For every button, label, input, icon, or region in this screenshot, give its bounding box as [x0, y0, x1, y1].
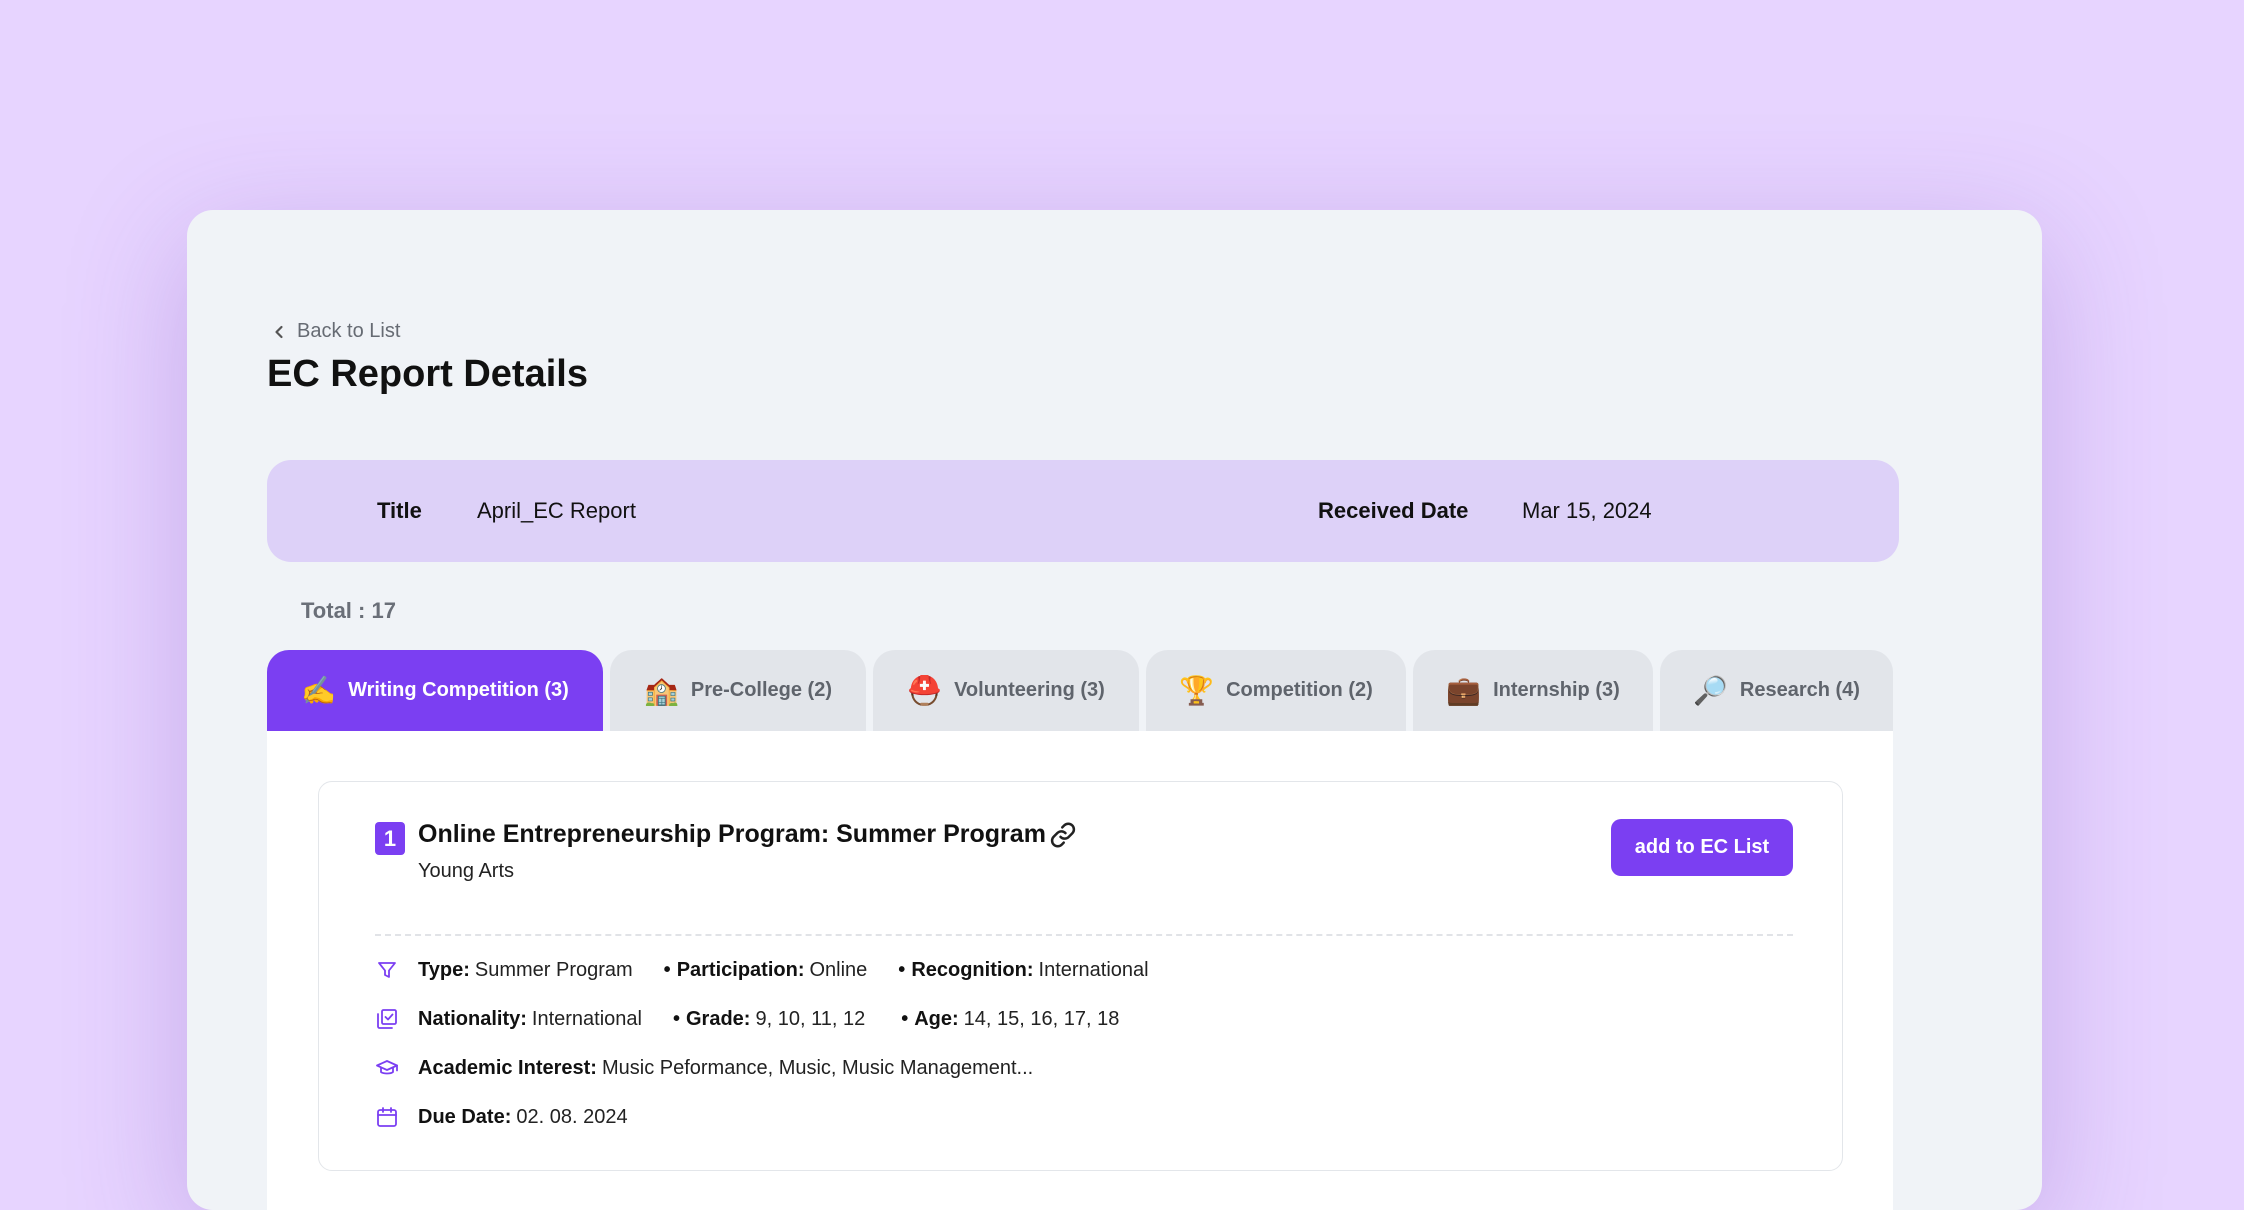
due-date-field: Due Date: 02. 08. 2024 [418, 1106, 628, 1129]
age-value: 14, 15, 16, 17, 18 [963, 1007, 1120, 1030]
type-row: Type: Summer Program Participation: Onli… [375, 955, 1149, 985]
nationality-field: Nationality: International [418, 1008, 642, 1031]
report-info-bar: Title April_EC Report Received Date Mar … [267, 460, 1899, 562]
back-to-list-label: Back to List [297, 320, 401, 342]
page-title: EC Report Details [267, 353, 588, 395]
nationality-value: International [531, 1007, 642, 1030]
age-label: Age: [914, 1007, 959, 1030]
due-date-label: Due Date: [418, 1105, 512, 1128]
recognition-label: Recognition: [911, 958, 1034, 981]
app-window: Back to List EC Report Details Title Apr… [187, 210, 2042, 1210]
interest-field: Academic Interest: Music Peformance, Mus… [418, 1057, 1033, 1080]
magnifier-icon: 🔎 [1693, 675, 1728, 706]
writing-hand-icon: ✍️ [301, 675, 337, 706]
title-label: Title [377, 498, 422, 523]
grade-value: 9, 10, 11, 12 [755, 1007, 866, 1030]
back-to-list-link[interactable]: Back to List [271, 320, 400, 343]
tab-label: Competition (2) [1226, 679, 1373, 701]
total-count: Total : 17 [301, 598, 396, 623]
recognition-value: International [1038, 958, 1149, 981]
interest-label: Academic Interest: [418, 1056, 597, 1079]
program-title: Online Entrepreneurship Program: Summer … [418, 820, 1046, 848]
tab-pre-college[interactable]: 🏫 Pre-College (2) [610, 650, 866, 731]
tab-internship[interactable]: 💼 Internship (3) [1413, 650, 1653, 731]
grade-label: Grade: [686, 1007, 751, 1030]
tab-label: Volunteering (3) [954, 679, 1105, 701]
title-value: April_EC Report [477, 498, 636, 523]
calendar-icon [377, 1107, 397, 1127]
due-date-value: 02. 08. 2024 [516, 1105, 628, 1128]
type-value: Summer Program [474, 958, 633, 981]
card-divider [375, 934, 1793, 936]
interest-row: Academic Interest: Music Peformance, Mus… [375, 1053, 1033, 1083]
tab-panel: 1 Online Entrepreneurship Program: Summe… [267, 731, 1893, 1210]
link-icon[interactable] [1048, 820, 1078, 850]
grade-field: Grade: 9, 10, 11, 12 [673, 1008, 865, 1031]
tab-label: Internship (3) [1493, 679, 1620, 701]
program-card: 1 Online Entrepreneurship Program: Summe… [318, 781, 1843, 1171]
tab-competition[interactable]: 🏆 Competition (2) [1146, 650, 1406, 731]
due-date-row: Due Date: 02. 08. 2024 [375, 1102, 628, 1132]
rescue-helmet-icon: ⛑️ [907, 675, 943, 706]
trophy-icon: 🏆 [1179, 675, 1215, 706]
participation-value: Online [809, 958, 868, 981]
received-date-label: Received Date [1318, 498, 1469, 523]
tab-label: Writing Competition (3) [348, 679, 569, 701]
nationality-row: Nationality: International Grade: 9, 10,… [375, 1004, 1119, 1034]
graduation-cap-icon [376, 1060, 398, 1075]
nationality-label: Nationality: [418, 1007, 527, 1030]
program-organization: Young Arts [418, 860, 515, 882]
participation-field: Participation: Online [664, 959, 868, 982]
chevron-left-icon [275, 325, 283, 338]
tab-research[interactable]: 🔎 Research (4) [1660, 650, 1893, 731]
briefcase-icon: 💼 [1446, 675, 1482, 706]
tab-label: Research (4) [1739, 679, 1860, 701]
age-field: Age: 14, 15, 16, 17, 18 [901, 1008, 1119, 1031]
school-icon: 🏫 [643, 675, 679, 706]
item-number-badge: 1 [375, 822, 405, 855]
type-field: Type: Summer Program [418, 959, 633, 982]
type-label: Type: [418, 958, 470, 981]
filter-icon [378, 962, 396, 978]
tab-volunteering[interactable]: ⛑️ Volunteering (3) [873, 650, 1139, 731]
tab-label: Pre-College (2) [690, 679, 833, 701]
received-date-value: Mar 15, 2024 [1522, 498, 1652, 523]
participation-label: Participation: [676, 958, 805, 981]
checklist-icon [377, 1009, 397, 1029]
tab-writing-competition[interactable]: ✍️ Writing Competition (3) [267, 650, 603, 731]
add-to-ec-list-button[interactable]: add to EC List [1611, 819, 1793, 876]
interest-value: Music Peformance, Music, Music Managemen… [601, 1056, 1034, 1079]
recognition-field: Recognition: International [898, 959, 1148, 982]
